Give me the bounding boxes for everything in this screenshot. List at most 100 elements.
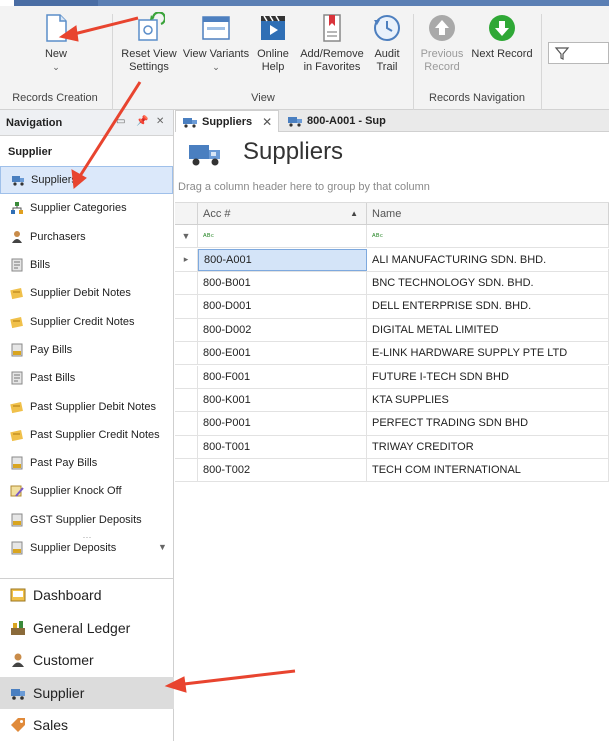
cell-name[interactable]: PERFECT TRADING SDN BHD xyxy=(367,412,609,435)
cell-acc[interactable]: 800-A001 xyxy=(198,248,367,271)
nav-item-past-supplier-debit-notes[interactable]: Past Supplier Debit Notes xyxy=(0,392,173,420)
nav-item-supplier-credit-notes[interactable]: Supplier Credit Notes xyxy=(0,307,173,335)
column-header-name[interactable]: Name xyxy=(367,203,609,224)
filter-search-box[interactable] xyxy=(548,42,609,64)
table-row[interactable]: 800-E001 E-LINK HARDWARE SUPPLY PTE LTD xyxy=(175,342,609,366)
cell-name[interactable]: TECH COM INTERNATIONAL xyxy=(367,459,609,482)
module-supplier[interactable]: Supplier xyxy=(0,676,174,709)
document-tab-bar: Suppliers ✕ 800-A001 - Sup xyxy=(175,110,609,132)
suppliers-view: Suppliers Drag a column header here to g… xyxy=(175,132,609,741)
cell-name[interactable]: DELL ENTERPRISE SDN. BHD. xyxy=(367,295,609,318)
bill-icon xyxy=(11,258,23,272)
ribbon-separator xyxy=(541,14,542,110)
cell-name[interactable]: FUTURE I-TECH SDN BHD xyxy=(367,365,609,388)
filter-icon[interactable]: ▼ xyxy=(175,225,198,248)
view-variants-button[interactable]: View Variants ⌄ xyxy=(182,12,250,74)
cell-acc[interactable]: 800-K001 xyxy=(198,388,367,412)
cell-name[interactable]: E-LINK HARDWARE SUPPLY PTE LTD xyxy=(367,342,609,365)
new-button[interactable]: New ⌄ xyxy=(30,12,82,74)
cell-name[interactable]: ALI MANUFACTURING SDN. BHD. xyxy=(367,248,609,271)
cell-name[interactable]: DIGITAL METAL LIMITED xyxy=(367,318,609,342)
navigation-header: Navigation ▭ 📌 ✕ xyxy=(0,110,173,136)
ribbon: New ⌄ Records Creation Reset View Settin… xyxy=(0,6,609,110)
page-title: Suppliers xyxy=(243,138,344,165)
nav-item-past-supplier-credit-notes[interactable]: Past Supplier Credit Notes xyxy=(0,421,173,449)
nav-item-supplier-knock-off[interactable]: Supplier Knock Off xyxy=(0,477,173,505)
cell-acc[interactable]: 800-D002 xyxy=(198,318,367,342)
note-icon xyxy=(10,316,23,328)
note-icon xyxy=(10,401,23,413)
cell-acc[interactable]: 800-T001 xyxy=(198,435,367,459)
cell-name[interactable]: TRIWAY CREDITOR xyxy=(367,435,609,459)
restore-icon[interactable]: ▭ xyxy=(116,116,125,127)
tab-suppliers[interactable]: Suppliers ✕ xyxy=(175,110,279,132)
ribbon-separator xyxy=(112,14,113,110)
deposit-icon xyxy=(11,513,23,527)
online-help-button[interactable]: Online Help xyxy=(252,12,294,74)
nav-item-past-bills[interactable]: Past Bills xyxy=(0,364,173,392)
person-icon xyxy=(12,653,24,668)
tab-close-icon[interactable]: ✕ xyxy=(262,115,272,129)
navigation-list: Suppliers Supplier Categories Purchasers… xyxy=(0,166,173,562)
cell-acc[interactable]: 800-F001 xyxy=(198,365,367,388)
table-row[interactable]: ▸ 800-A001 ALI MANUFACTURING SDN. BHD. xyxy=(175,248,609,272)
module-dashboard[interactable]: Dashboard xyxy=(0,579,174,612)
module-general-ledger[interactable]: General Ledger xyxy=(0,612,174,645)
nav-item-purchasers[interactable]: Purchasers xyxy=(0,223,173,251)
bill-icon xyxy=(11,371,23,385)
cell-acc[interactable]: 800-E001 xyxy=(198,342,367,365)
column-header-acc[interactable]: Acc # ▲ xyxy=(198,203,367,224)
table-row[interactable]: 800-D002 DIGITAL METAL LIMITED xyxy=(175,318,609,343)
table-row[interactable]: 800-T001 TRIWAY CREDITOR xyxy=(175,435,609,460)
cell-acc[interactable]: 800-D001 xyxy=(198,295,367,318)
pay-bill-icon xyxy=(11,343,23,357)
nav-item-supplier-debit-notes[interactable]: Supplier Debit Notes xyxy=(0,279,173,307)
module-customer[interactable]: Customer xyxy=(0,644,174,677)
group-by-hint[interactable]: Drag a column header here to group by th… xyxy=(178,181,430,193)
previous-record-button[interactable]: Previous Record xyxy=(418,12,466,74)
tab-800-a001[interactable]: 800-A001 - Sup xyxy=(281,110,401,132)
table-row[interactable]: 800-K001 KTA SUPPLIES xyxy=(175,388,609,413)
filter-cell-name[interactable]: ᴬᴮᶜ xyxy=(367,225,609,248)
truck-icon xyxy=(183,117,197,128)
reset-view-settings-button[interactable]: Reset View Settings xyxy=(118,12,180,74)
close-icon[interactable]: ✕ xyxy=(156,116,164,127)
table-row[interactable]: 800-D001 DELL ENTERPRISE SDN. BHD. xyxy=(175,295,609,319)
cell-acc[interactable]: 800-P001 xyxy=(198,412,367,435)
new-document-icon xyxy=(46,14,67,42)
arrow-down-circle-icon xyxy=(489,15,515,41)
nav-item-past-pay-bills[interactable]: Past Pay Bills xyxy=(0,449,173,477)
sales-tag-icon xyxy=(11,718,25,733)
row-indicator xyxy=(175,412,198,435)
table-row[interactable]: 800-F001 FUTURE I-TECH SDN BHD xyxy=(175,365,609,389)
add-remove-favorites-button[interactable]: Add/Remove in Favorites xyxy=(296,12,368,74)
table-row[interactable]: 800-B001 BNC TECHNOLOGY SDN. BHD. xyxy=(175,271,609,296)
table-row[interactable]: 800-T002 TECH COM INTERNATIONAL xyxy=(175,459,609,483)
nav-item-supplier-categories[interactable]: Supplier Categories xyxy=(0,194,173,222)
table-row[interactable]: 800-P001 PERFECT TRADING SDN BHD xyxy=(175,412,609,436)
nav-scroll-down-icon[interactable]: ▼ xyxy=(158,542,167,552)
nav-item-gst-supplier-deposits[interactable]: GST Supplier Deposits xyxy=(0,506,173,534)
cell-name[interactable]: KTA SUPPLIES xyxy=(367,388,609,412)
filter-abc-icon: ᴬᴮᶜ xyxy=(372,231,384,241)
cell-name[interactable]: BNC TECHNOLOGY SDN. BHD. xyxy=(367,271,609,295)
next-record-button[interactable]: Next Record xyxy=(468,12,536,61)
filter-abc-icon: ᴬᴮᶜ xyxy=(203,231,215,241)
nav-item-pay-bills[interactable]: Pay Bills xyxy=(0,336,173,364)
film-help-icon xyxy=(261,15,285,40)
cell-acc[interactable]: 800-T002 xyxy=(198,459,367,482)
ledger-icon xyxy=(11,620,25,635)
navigation-section-title: Supplier xyxy=(8,146,53,158)
navigation-panel: Navigation ▭ 📌 ✕ Supplier Suppliers Supp… xyxy=(0,110,174,741)
cell-acc[interactable]: 800-B001 xyxy=(198,271,367,295)
filter-cell-acc[interactable]: ᴬᴮᶜ xyxy=(198,225,367,248)
module-sales[interactable]: Sales xyxy=(0,709,174,741)
nav-item-bills[interactable]: Bills xyxy=(0,251,173,279)
truck-icon xyxy=(11,688,25,700)
pin-icon[interactable]: 📌 xyxy=(136,116,148,127)
nav-item-suppliers[interactable]: Suppliers xyxy=(0,166,173,195)
audit-trail-icon xyxy=(374,15,400,41)
pay-bill-icon xyxy=(11,456,23,470)
audit-trail-button[interactable]: Audit Trail xyxy=(368,12,406,74)
nav-overflow-indicator: ··· xyxy=(82,532,92,542)
